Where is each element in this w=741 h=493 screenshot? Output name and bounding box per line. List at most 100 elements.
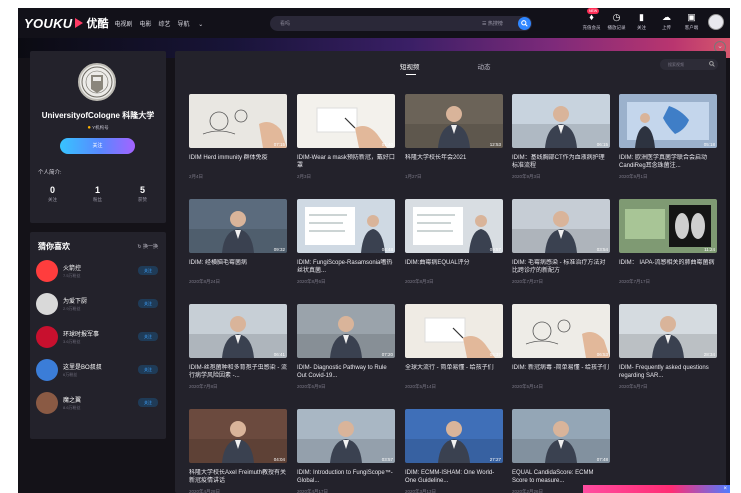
video-title[interactable]: IDIM： IAPA-流感相关的肺曲霉菌病 xyxy=(619,259,717,275)
tab-activity[interactable]: 动态 xyxy=(478,61,491,71)
recommend-name[interactable]: 为爱下厨 xyxy=(63,296,87,305)
video-card[interactable]: 06:15 IDIM：基线胸部CT作为血液病护理标准流程 2020年9月3日 xyxy=(512,94,610,180)
recommend-item[interactable]: 环球时报军事 3.6万粉丝 关注 xyxy=(36,326,160,352)
recommend-name[interactable]: 魔之翼 xyxy=(63,395,81,404)
history-button[interactable]: ◷ 播放记录 xyxy=(604,11,629,31)
video-thumbnail[interactable]: 05:18 xyxy=(619,94,717,148)
nav-item-guide[interactable]: 导航 ⌄ xyxy=(178,19,211,28)
video-thumbnail[interactable]: 06:53 xyxy=(512,304,610,358)
video-title[interactable]: IDIM-丝孢菌种和多育孢子虫感染 - 流行病学风险因素 -... xyxy=(189,364,287,380)
video-card[interactable]: 09:32 IDIM: 经横脑毛霉菌病 2020年8月24日 xyxy=(189,199,287,285)
video-card[interactable]: 04:48 IDIM: FungiScope-Rasamsonia嗜热丝状真菌..… xyxy=(297,199,395,285)
video-thumbnail[interactable]: 09:57 xyxy=(405,199,503,253)
close-icon[interactable]: × xyxy=(723,485,727,493)
video-thumbnail[interactable]: 06:15 xyxy=(512,94,610,148)
follow-small-button[interactable]: 关注 xyxy=(138,299,158,308)
follow-small-button[interactable]: 关注 xyxy=(138,332,158,341)
video-card[interactable]: 28:34 IDIM- Frequently asked questions re… xyxy=(619,304,717,390)
avatar[interactable] xyxy=(36,392,58,414)
video-card[interactable]: 05:18 IDIM: 欧洲医学真菌学联合会启动CandiReg耳念珠菌注... 2… xyxy=(619,94,717,180)
promo-strip[interactable]: × xyxy=(583,485,730,493)
video-title[interactable]: IDIM：基线胸部CT作为血液病护理标准流程 xyxy=(512,154,610,170)
video-title[interactable]: IDIM- Diagnostic Pathway to Rule Out Cov… xyxy=(297,364,395,380)
video-title[interactable]: IDIM: 经横脑毛霉菌病 xyxy=(189,259,287,275)
upload-button[interactable]: ☁ 上传 xyxy=(654,11,679,31)
avatar[interactable] xyxy=(36,359,58,381)
user-avatar[interactable] xyxy=(708,14,724,30)
video-card[interactable]: 03:57 IDIM: Introduction to FungiScope™-G… xyxy=(297,409,395,493)
hot-search-link[interactable]: ☰ 热搜榜 xyxy=(482,20,503,27)
video-title[interactable]: IDIM Herd immunity 群体免疫 xyxy=(189,154,287,170)
nav-item-tv[interactable]: 电视剧 xyxy=(114,19,132,28)
video-thumbnail[interactable]: 27:27 xyxy=(405,409,503,463)
video-title[interactable]: IDIM: Introduction to FungiScope™-Global… xyxy=(297,469,395,485)
video-title[interactable]: IDIM: 新冠病毒 -简单易懂 - 给孩子们 xyxy=(512,364,610,380)
video-title[interactable]: 科隆大学校长年会2021 xyxy=(405,154,503,170)
video-thumbnail[interactable]: 09:32 xyxy=(189,199,287,253)
search-input[interactable]: 看吗 xyxy=(280,20,290,27)
video-thumbnail[interactable]: 28:34 xyxy=(619,304,717,358)
nav-item-variety[interactable]: 综艺 xyxy=(158,19,170,28)
video-title[interactable]: IDIM: FungiScope-Rasamsonia嗜热丝状真菌... xyxy=(297,259,395,275)
search-icon[interactable] xyxy=(709,61,715,67)
video-card[interactable]: 07:15 IDIM Herd immunity 群体免疫 2月4日 xyxy=(189,94,287,180)
video-thumbnail[interactable]: 04:48 xyxy=(297,199,395,253)
video-card[interactable]: 12:53 科隆大学校长年会2021 1月27日 xyxy=(405,94,503,180)
video-thumbnail[interactable]: 04:04 xyxy=(189,409,287,463)
video-card[interactable]: 11:24 IDIM： IAPA-流感相关的肺曲霉菌病 2020年7月17日 xyxy=(619,199,717,285)
recommend-name[interactable]: 环球时报军事 xyxy=(63,329,99,338)
youku-logo[interactable]: YOUKU 优酷 xyxy=(24,15,108,31)
follow-button[interactable]: 关注 xyxy=(60,138,135,154)
video-thumbnail[interactable]: 11:24 xyxy=(619,199,717,253)
video-card[interactable]: 01:40 IDIM-Wear a mask预防新冠，戴好口罩 2月3日 xyxy=(297,94,395,180)
video-title[interactable]: EQUAL CandidaScore: ECMM Score to measur… xyxy=(512,469,610,485)
stat-fans[interactable]: 1 粉丝 xyxy=(75,185,120,203)
video-card[interactable]: 04:04 科隆大学校长Axel Freimuth教授有关新冠疫情讲话 2020年4… xyxy=(189,409,287,493)
recommend-item[interactable]: 火箭控 7.5万粉丝 关注 xyxy=(36,260,160,286)
video-card[interactable]: 07:48 EQUAL CandidaScore: ECMM Score to m… xyxy=(512,409,610,493)
recommend-name[interactable]: 这里是BO叔叔 xyxy=(63,362,102,371)
video-thumbnail[interactable]: 07:15 xyxy=(189,94,287,148)
channel-search-input[interactable]: 搜索视频 xyxy=(668,62,684,68)
video-thumbnail[interactable]: 01:40 xyxy=(297,94,395,148)
video-title[interactable]: IDIM: ECMM-ISHAM: One World-One Guidelin… xyxy=(405,469,503,485)
recommend-name[interactable]: 火箭控 xyxy=(63,263,81,272)
tab-short-videos[interactable]: 短视频 xyxy=(400,61,420,75)
video-thumbnail[interactable]: 03:54 xyxy=(512,199,610,253)
video-title[interactable]: IDIM- Frequently asked questions regardi… xyxy=(619,364,717,380)
video-card[interactable]: 27:27 IDIM: ECMM-ISHAM: One World-One Gui… xyxy=(405,409,503,493)
stat-following[interactable]: 0 关注 xyxy=(30,185,75,203)
video-thumbnail[interactable]: 03:57 xyxy=(297,409,395,463)
video-card[interactable]: 06:53 IDIM: 新冠病毒 -简单易懂 - 给孩子们 2020年5月14日 xyxy=(512,304,610,390)
follow-small-button[interactable]: 关注 xyxy=(138,365,158,374)
vip-button[interactable]: ♦ NEW 充值会员 xyxy=(579,8,604,31)
nav-item-movie[interactable]: 电影 xyxy=(139,19,151,28)
video-card[interactable]: 09:57 IDIM:曲霉病EQUAL评分 2020年8月3日 xyxy=(405,199,503,285)
recommend-item[interactable]: 这里是BO叔叔 6万粉丝 关注 xyxy=(36,359,160,385)
video-title[interactable]: IDIM: 欧洲医学真菌学联合会启动CandiReg耳念珠菌注... xyxy=(619,154,717,170)
video-thumbnail[interactable]: 12:53 xyxy=(405,94,503,148)
follow-small-button[interactable]: 关注 xyxy=(138,398,158,407)
video-title[interactable]: IDIM:曲霉病EQUAL评分 xyxy=(405,259,503,275)
video-thumbnail[interactable]: 06:41 xyxy=(189,304,287,358)
video-card[interactable]: 07:20 IDIM- Diagnostic Pathway to Rule Ou… xyxy=(297,304,395,390)
video-thumbnail[interactable]: 07:48 xyxy=(512,409,610,463)
recommend-item[interactable]: 魔之翼 8.6万粉丝 关注 xyxy=(36,392,160,418)
refresh-button[interactable]: ↻ 换一换 xyxy=(137,243,158,250)
video-card[interactable]: 06:37 全球大流行 - 简单易懂 - 给孩子们 2020年5月14日 xyxy=(405,304,503,390)
follow-small-button[interactable]: 关注 xyxy=(138,266,158,275)
client-button[interactable]: ▣ 客户端 xyxy=(679,11,704,31)
video-title[interactable]: 全球大流行 - 简单易懂 - 给孩子们 xyxy=(405,364,503,380)
video-title[interactable]: IDIM-Wear a mask预防新冠，戴好口罩 xyxy=(297,154,395,170)
video-title[interactable]: IDIM: 毛霉病感染 - 标准治疗方法对比跨诊疗的新配方 xyxy=(512,259,610,275)
avatar[interactable] xyxy=(36,293,58,315)
avatar[interactable] xyxy=(36,260,58,282)
video-thumbnail[interactable]: 07:20 xyxy=(297,304,395,358)
video-title[interactable]: 科隆大学校长Axel Freimuth教授有关新冠疫情讲话 xyxy=(189,469,287,485)
search-button[interactable] xyxy=(518,17,531,30)
recommend-item[interactable]: 为爱下厨 2.9万粉丝 关注 xyxy=(36,293,160,319)
video-card[interactable]: 06:41 IDIM-丝孢菌种和多育孢子虫感染 - 流行病学风险因素 -... 20… xyxy=(189,304,287,390)
video-card[interactable]: 03:54 IDIM: 毛霉病感染 - 标准治疗方法对比跨诊疗的新配方 2020年7… xyxy=(512,199,610,285)
video-thumbnail[interactable]: 06:37 xyxy=(405,304,503,358)
follow-list-button[interactable]: ▮ 关注 xyxy=(629,11,654,31)
